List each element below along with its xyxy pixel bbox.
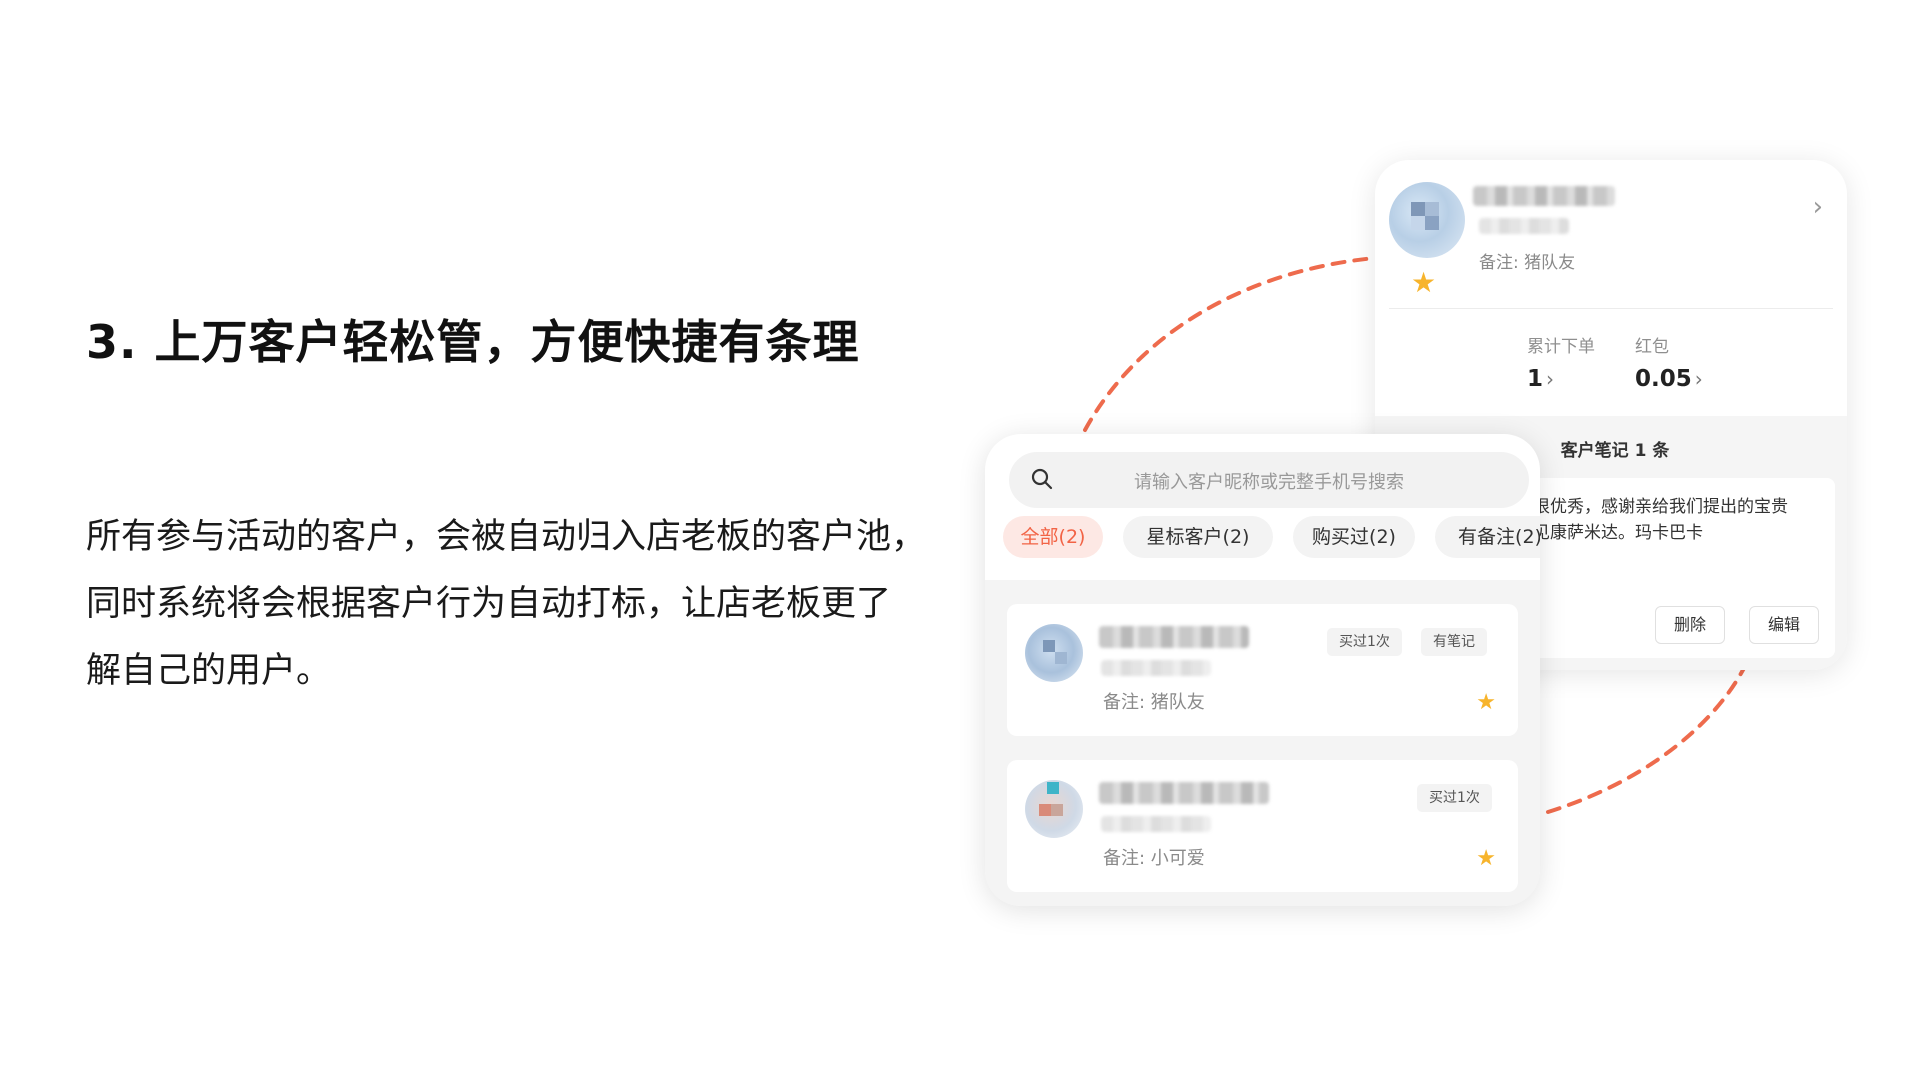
customer-note: 备注: 猪队友 xyxy=(1479,253,1576,273)
star-icon[interactable]: ★ xyxy=(1476,690,1496,715)
dashed-arc-top xyxy=(1083,256,1377,432)
stat-label-redpacket: 红包 xyxy=(1635,337,1669,357)
list-item[interactable]: 备注: 猪队友 买过1次 有笔记 ★ xyxy=(1007,604,1518,736)
tab-starred[interactable]: 星标客户(2) xyxy=(1123,516,1273,558)
blurred-customer-phone xyxy=(1479,218,1569,234)
stat-value-redpacket[interactable]: 0.05 › xyxy=(1635,366,1703,392)
tag-purchased: 买过1次 xyxy=(1417,784,1492,812)
edit-button[interactable]: 编辑 xyxy=(1749,606,1820,644)
divider xyxy=(1389,308,1833,309)
blurred-customer-name xyxy=(1473,186,1615,206)
stat-value-orders[interactable]: 1 › xyxy=(1527,366,1554,392)
blurred-customer-name xyxy=(1099,782,1269,804)
stat-label-orders: 累计下单 xyxy=(1527,337,1595,357)
tag-purchased: 买过1次 xyxy=(1327,628,1402,656)
chevron-right-icon: › xyxy=(1546,367,1555,391)
customer-list-card: 请输入客户昵称或完整手机号搜索 全部(2) 星标客户(2) 购买过(2) 有备注… xyxy=(985,434,1540,906)
star-icon[interactable]: ★ xyxy=(1476,846,1496,871)
blurred-customer-phone xyxy=(1101,816,1211,832)
description-line: 所有参与活动的客户，会被自动归入店老板的客户池， xyxy=(86,517,927,557)
description-line: 解自己的用户。 xyxy=(86,651,332,691)
tab-all[interactable]: 全部(2) xyxy=(1003,516,1103,558)
tag-has-note: 有笔记 xyxy=(1421,628,1487,656)
avatar xyxy=(1025,624,1083,682)
customer-note: 备注: 小可爱 xyxy=(1103,848,1205,869)
chevron-right-icon[interactable]: › xyxy=(1813,192,1823,222)
customer-note: 备注: 猪队友 xyxy=(1103,692,1205,713)
tab-has-note[interactable]: 有备注(2) xyxy=(1435,516,1540,558)
blurred-customer-name xyxy=(1099,626,1249,648)
tab-purchased[interactable]: 购买过(2) xyxy=(1293,516,1415,558)
avatar xyxy=(1389,182,1465,258)
description-line: 同时系统将会根据客户行为自动打标，让店老板更了 xyxy=(86,584,892,624)
headline: 3. 上万客户轻松管，方便快捷有条理 xyxy=(86,315,860,369)
avatar xyxy=(1025,780,1083,838)
description: 所有参与活动的客户，会被自动归入店老板的客户池， 同时系统将会根据客户行为自动打… xyxy=(86,504,986,705)
star-icon[interactable]: ★ xyxy=(1411,266,1436,299)
note-text: 很优秀，感谢亲给我们提出的宝贵 见康萨米达。玛卡巴卡 xyxy=(1533,497,1788,543)
blurred-customer-phone xyxy=(1101,660,1211,676)
chevron-right-icon: › xyxy=(1694,367,1703,391)
delete-button[interactable]: 删除 xyxy=(1655,606,1726,644)
list-item[interactable]: 备注: 小可爱 买过1次 ★ xyxy=(1007,760,1518,892)
search-input[interactable]: 请输入客户昵称或完整手机号搜索 xyxy=(1009,452,1529,508)
search-placeholder: 请输入客户昵称或完整手机号搜索 xyxy=(1134,472,1404,493)
slide: 3. 上万客户轻松管，方便快捷有条理 所有参与活动的客户，会被自动归入店老板的客… xyxy=(0,0,1920,1080)
dashed-arc-bottom xyxy=(1546,658,1750,814)
